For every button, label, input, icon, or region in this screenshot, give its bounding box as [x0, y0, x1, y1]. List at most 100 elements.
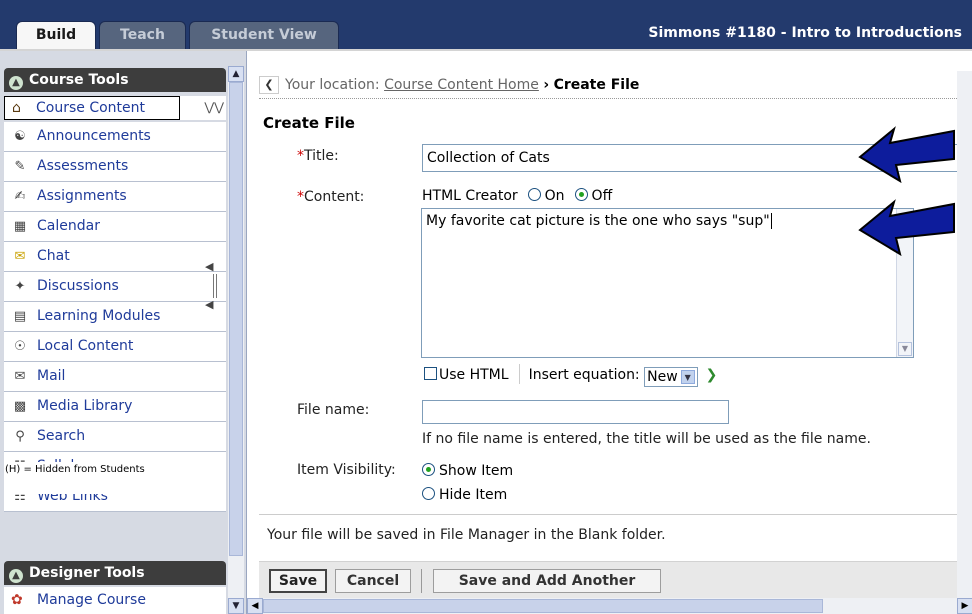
- sidebar-item-assessments[interactable]: ✎ Assessments: [4, 152, 226, 182]
- sidebar-item-announcements[interactable]: ☯ Announcements: [4, 122, 226, 152]
- assessments-icon: ✎: [14, 159, 26, 174]
- collapse-icon[interactable]: ▲: [9, 569, 23, 583]
- sidebar-item-label: Local Content: [37, 338, 134, 354]
- sidebar-item-label: Discussions: [37, 278, 119, 294]
- chevron-down-icon[interactable]: ▼: [680, 370, 695, 384]
- learning-modules-icon: ▤: [13, 309, 27, 324]
- chat-icon: ✉: [14, 249, 26, 264]
- sidebar-item-search[interactable]: ⚲ Search: [4, 422, 226, 452]
- file-name-input[interactable]: [422, 400, 729, 424]
- main-horizontal-scrollbar[interactable]: ◀ ▶: [247, 598, 972, 614]
- radio-on-label: On: [544, 188, 565, 204]
- tool-list: ☯ Announcements ✎ Assessments ✍ Assignments…: [4, 122, 226, 512]
- sidebar-item-label: Calendar: [37, 218, 100, 234]
- save-button[interactable]: Save: [269, 569, 327, 593]
- back-icon[interactable]: ❮: [259, 76, 279, 94]
- content-label: *Content:: [297, 189, 364, 205]
- cancel-button[interactable]: Cancel: [335, 569, 411, 593]
- equation-select-value: New: [647, 369, 678, 385]
- sidebar-item-label: Announcements: [37, 128, 151, 144]
- mail-icon: ✉: [14, 369, 26, 384]
- visibility-hide-option[interactable]: Hide Item: [412, 487, 507, 503]
- scroll-up-icon[interactable]: ▲: [228, 66, 244, 82]
- assignments-icon: ✍: [14, 189, 26, 204]
- divider: [518, 364, 520, 384]
- splitter-grip[interactable]: [213, 274, 217, 298]
- course-tools-label: Course Tools: [29, 72, 129, 88]
- home-icon: ⌂: [12, 100, 21, 116]
- scroll-down-icon[interactable]: ▼: [898, 342, 912, 356]
- show-item-radio[interactable]: [422, 463, 435, 476]
- content-label-text: Content:: [304, 189, 365, 205]
- visibility-label: Item Visibility:: [297, 462, 396, 478]
- course-tools-header[interactable]: ▲ Course Tools: [4, 68, 226, 92]
- tab-student-view[interactable]: Student View: [189, 21, 339, 49]
- search-icon: ⚲: [15, 429, 25, 444]
- tab-build[interactable]: Build: [16, 21, 96, 49]
- insert-equation-label: Insert equation:: [528, 367, 640, 383]
- main-vertical-scrollbar[interactable]: [957, 71, 972, 598]
- hide-item-label: Hide Item: [439, 487, 508, 503]
- media-library-icon: ▩: [13, 399, 27, 414]
- save-and-add-another-button[interactable]: Save and Add Another: [433, 569, 661, 593]
- sidebar-item-calendar[interactable]: ▦ Calendar: [4, 212, 226, 242]
- equation-select[interactable]: New ▼: [644, 367, 698, 387]
- current-tool-label: Course Content: [36, 100, 146, 116]
- show-item-label: Show Item: [439, 463, 514, 479]
- use-html-label: Use HTML: [439, 367, 509, 383]
- collapse-left-icon[interactable]: ◀: [205, 298, 213, 311]
- panel-splitter[interactable]: ◀ ◀: [205, 260, 235, 320]
- sidebar-item-manage-course[interactable]: ✿ Manage Course: [4, 587, 226, 614]
- visibility-show-option[interactable]: Show Item: [412, 463, 513, 479]
- hide-item-radio[interactable]: [422, 487, 435, 500]
- designer-tools-header[interactable]: ▲ Designer Tools: [4, 561, 226, 585]
- scroll-left-icon[interactable]: ◀: [247, 598, 263, 614]
- annotation-arrow-icon: [858, 126, 955, 183]
- button-bar: Save Cancel Save and Add Another: [259, 561, 959, 599]
- top-header: Build Teach Student View Simmons #1180 -…: [0, 0, 972, 50]
- sidebar-item-local-content[interactable]: ☉ Local Content: [4, 332, 226, 362]
- chevron-down-icon[interactable]: ⋁⋁: [204, 96, 224, 118]
- sidebar-scrollbar[interactable]: ▲ ▼: [228, 66, 244, 614]
- sidebar-item-learning-modules[interactable]: ▤ Learning Modules: [4, 302, 226, 332]
- course-content-selector[interactable]: ⌂ Course Content ⋁⋁: [4, 96, 226, 120]
- breadcrumb-current: Create File: [553, 77, 640, 93]
- collapse-left-icon[interactable]: ◀: [205, 260, 213, 273]
- html-creator-label: HTML Creator: [422, 188, 518, 204]
- go-arrow-icon[interactable]: ❯: [706, 367, 718, 383]
- file-name-hint: If no file name is entered, the title wi…: [422, 431, 871, 447]
- title-label-text: Title:: [304, 148, 339, 164]
- sidebar-item-label: Assessments: [37, 158, 129, 174]
- html-creator-on-radio[interactable]: [527, 188, 541, 201]
- course-title: Simmons #1180 - Intro to Introductions: [648, 25, 962, 41]
- save-note: Your file will be saved in File Manager …: [267, 527, 666, 543]
- sidebar-item-label: Manage Course: [37, 592, 146, 608]
- sidebar-item-label: Assignments: [37, 188, 127, 204]
- sidebar-item-mail[interactable]: ✉ Mail: [4, 362, 226, 392]
- local-content-icon: ☉: [14, 339, 26, 354]
- breadcrumb-home-link[interactable]: Course Content Home: [384, 77, 539, 93]
- breadcrumb: ❮ Your location: Course Content Home › Cr…: [259, 71, 959, 99]
- collapse-icon[interactable]: ▲: [9, 76, 23, 90]
- tab-teach[interactable]: Teach: [99, 21, 186, 49]
- sidebar-item-discussions[interactable]: ✦ Discussions: [4, 272, 226, 302]
- sidebar-item-chat[interactable]: ✉ Chat: [4, 242, 226, 272]
- designer-tools-label: Designer Tools: [29, 565, 145, 581]
- annotation-arrow-icon: [858, 199, 955, 256]
- use-html-checkbox[interactable]: [424, 367, 437, 380]
- hidden-note: (H) = Hidden from Students: [4, 462, 226, 494]
- sidebar-item-label: Mail: [37, 368, 66, 384]
- sidebar-item-label: Learning Modules: [37, 308, 161, 324]
- html-creator-off-radio[interactable]: [574, 188, 588, 201]
- content-text: My favorite cat picture is the one who s…: [426, 213, 770, 229]
- sidebar-item-assignments[interactable]: ✍ Assignments: [4, 182, 226, 212]
- discussions-icon: ✦: [14, 279, 26, 294]
- scroll-right-icon[interactable]: ▶: [957, 598, 972, 614]
- calendar-icon: ▦: [13, 219, 27, 234]
- sidebar-item-media-library[interactable]: ▩ Media Library: [4, 392, 226, 422]
- content-textarea[interactable]: My favorite cat picture is the one who s…: [421, 208, 914, 358]
- scroll-thumb[interactable]: [263, 599, 823, 613]
- manage-course-icon: ✿: [11, 592, 23, 608]
- scroll-down-icon[interactable]: ▼: [228, 598, 244, 614]
- announcements-icon: ☯: [14, 129, 26, 144]
